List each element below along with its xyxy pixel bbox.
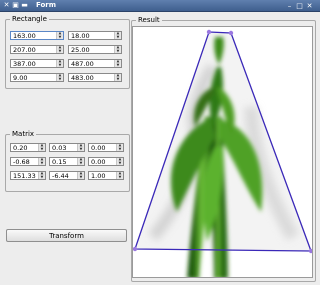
transformed-image <box>133 29 313 277</box>
spinbox-field[interactable]: 0.03 ▲ ▼ <box>49 143 85 152</box>
spinbox-field[interactable]: 25.00 ▲ ▼ <box>68 45 122 54</box>
spinbox-field[interactable]: 483.00 ▲ ▼ <box>68 73 122 82</box>
spinbox-field[interactable]: 0.00 ▲ ▼ <box>88 143 124 152</box>
spinbox-value: 387.00 <box>13 60 36 68</box>
spin-down-icon[interactable]: ▼ <box>78 147 84 151</box>
spin-down-icon[interactable]: ▼ <box>78 161 84 165</box>
minimize-icon[interactable]: – <box>286 3 293 10</box>
spinbox-value: 0.03 <box>52 144 67 152</box>
spinbox-field[interactable]: -6.44 ▲ ▼ <box>49 171 85 180</box>
spin-down-icon[interactable]: ▼ <box>115 35 121 39</box>
shade-icon[interactable]: ▬ <box>21 2 28 9</box>
spinbox-field[interactable]: 18.00 ▲ ▼ <box>68 31 122 40</box>
spin-buttons[interactable]: ▲ ▼ <box>56 45 63 53</box>
spin-down-icon[interactable]: ▼ <box>115 49 121 53</box>
spinbox-field[interactable]: 151.33 ▲ ▼ <box>10 171 46 180</box>
spinbox-field[interactable]: 387.00 ▲ ▼ <box>10 59 64 68</box>
spinbox-value: 0.20 <box>13 144 28 152</box>
spin-buttons[interactable]: ▲ ▼ <box>116 157 123 165</box>
spinbox-value: 18.00 <box>71 32 90 40</box>
spinbox-value: -0.68 <box>13 158 30 166</box>
spinbox-field[interactable]: 0.15 ▲ ▼ <box>49 157 85 166</box>
spinbox-field[interactable]: 9.00 ▲ ▼ <box>10 73 64 82</box>
maximize-icon[interactable]: □ <box>296 3 303 10</box>
spin-buttons[interactable]: ▲ ▼ <box>116 143 123 151</box>
spin-down-icon[interactable]: ▼ <box>115 77 121 81</box>
window: ✕ ▣ ▬ Form – □ ✕ Rectangle 163.00 ▲ ▼ 18.00… <box>0 0 320 285</box>
spin-buttons[interactable]: ▲ ▼ <box>38 143 45 151</box>
corner-handle[interactable] <box>228 30 234 36</box>
spin-buttons[interactable]: ▲ ▼ <box>38 171 45 179</box>
spinbox-field[interactable]: 207.00 ▲ ▼ <box>10 45 64 54</box>
matrix-legend: Matrix <box>12 130 35 138</box>
close-icon[interactable]: ✕ <box>306 3 313 10</box>
spin-down-icon[interactable]: ▼ <box>39 147 45 151</box>
spinbox-value: 1.00 <box>91 172 106 180</box>
spinbox-value: 487.00 <box>71 60 94 68</box>
spin-down-icon[interactable]: ▼ <box>78 175 84 179</box>
spinbox-field[interactable]: 163.00 ▲ ▼ <box>10 31 64 40</box>
spinbox-value: 0.15 <box>52 158 67 166</box>
spin-down-icon[interactable]: ▼ <box>39 175 45 179</box>
spin-buttons[interactable]: ▲ ▼ <box>77 157 84 165</box>
spin-buttons[interactable]: ▲ ▼ <box>56 73 63 81</box>
corner-handle[interactable] <box>308 248 313 254</box>
spin-down-icon[interactable]: ▼ <box>117 161 123 165</box>
spinbox-value: 163.00 <box>13 32 36 40</box>
spinbox-value: 0.00 <box>91 158 106 166</box>
spin-down-icon[interactable]: ▼ <box>57 77 63 81</box>
spin-down-icon[interactable]: ▼ <box>57 49 63 53</box>
spinbox-value: -6.44 <box>52 172 69 180</box>
title-bar: ✕ ▣ ▬ Form – □ ✕ <box>0 0 320 12</box>
spin-buttons[interactable]: ▲ ▼ <box>56 31 63 39</box>
window-menu-icon[interactable]: ✕ <box>3 2 10 9</box>
spinbox-value: 25.00 <box>71 46 90 54</box>
spinbox-field[interactable]: -0.68 ▲ ▼ <box>10 157 46 166</box>
spinbox-value: 0.00 <box>91 144 106 152</box>
spin-down-icon[interactable]: ▼ <box>117 147 123 151</box>
spinbox-field[interactable]: 1.00 ▲ ▼ <box>88 171 124 180</box>
window-controls: – □ ✕ <box>286 1 316 10</box>
spin-down-icon[interactable]: ▼ <box>39 161 45 165</box>
spin-buttons[interactable]: ▲ ▼ <box>114 31 121 39</box>
rectangle-legend: Rectangle <box>12 15 47 23</box>
spin-buttons[interactable]: ▲ ▼ <box>114 73 121 81</box>
app-icon: ▣ <box>12 1 19 9</box>
corner-handle[interactable] <box>133 246 138 252</box>
spinbox-value: 207.00 <box>13 46 36 54</box>
spinbox-field[interactable]: 0.00 ▲ ▼ <box>88 157 124 166</box>
spin-buttons[interactable]: ▲ ▼ <box>56 59 63 67</box>
result-canvas[interactable] <box>132 26 313 278</box>
spin-buttons[interactable]: ▲ ▼ <box>116 171 123 179</box>
spinbox-value: 483.00 <box>71 74 94 82</box>
spin-buttons[interactable]: ▲ ▼ <box>114 59 121 67</box>
corner-handle[interactable] <box>206 29 212 35</box>
result-legend: Result <box>138 16 160 24</box>
spin-down-icon[interactable]: ▼ <box>117 175 123 179</box>
spin-down-icon[interactable]: ▼ <box>57 63 63 67</box>
spinbox-value: 151.33 <box>13 172 36 180</box>
spinbox-value: 9.00 <box>13 74 28 82</box>
spinbox-field[interactable]: 487.00 ▲ ▼ <box>68 59 122 68</box>
spin-buttons[interactable]: ▲ ▼ <box>77 171 84 179</box>
spin-buttons[interactable]: ▲ ▼ <box>77 143 84 151</box>
spin-down-icon[interactable]: ▼ <box>115 63 121 67</box>
spin-buttons[interactable]: ▲ ▼ <box>114 45 121 53</box>
spin-buttons[interactable]: ▲ ▼ <box>38 157 45 165</box>
spinbox-field[interactable]: 0.20 ▲ ▼ <box>10 143 46 152</box>
spin-down-icon[interactable]: ▼ <box>57 35 63 39</box>
transform-button[interactable]: Transform <box>6 229 127 242</box>
window-title: Form <box>36 1 57 9</box>
